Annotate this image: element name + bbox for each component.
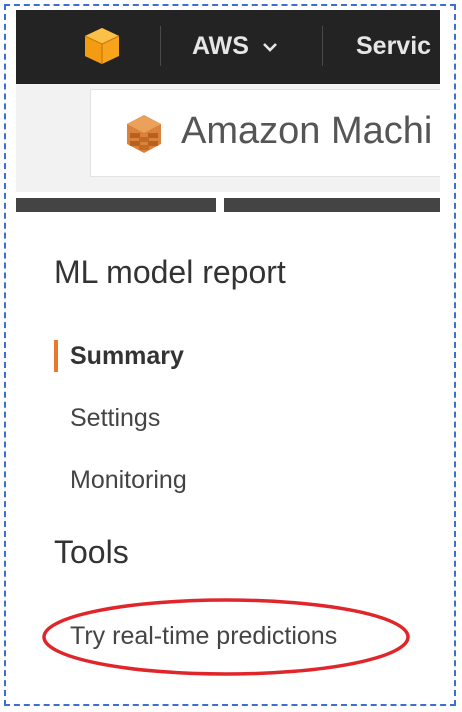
tab-strip-segment — [224, 198, 440, 212]
services-menu[interactable]: Servic — [356, 32, 431, 61]
service-header-panel: Amazon Machi — [90, 89, 440, 177]
console-viewport: AWS Servic Amazon Machi ML model report … — [16, 10, 440, 700]
machine-learning-icon — [127, 115, 161, 153]
try-real-time-predictions-link[interactable]: Try real-time predictions — [70, 622, 337, 651]
aws-menu-label: AWS — [192, 32, 249, 60]
tools-heading: Tools — [54, 534, 129, 570]
top-nav-bar: AWS Servic — [16, 10, 440, 84]
aws-cube-icon[interactable] — [82, 26, 122, 66]
tab-strip-segment — [16, 198, 216, 212]
nav-divider — [160, 26, 161, 66]
active-item-indicator — [54, 340, 58, 372]
service-header: Amazon Machi — [16, 84, 440, 192]
sidebar-item-summary[interactable]: Summary — [70, 342, 184, 371]
service-title: Amazon Machi — [181, 110, 433, 152]
nav-divider — [322, 26, 323, 66]
sidebar-item-monitoring[interactable]: Monitoring — [70, 466, 187, 495]
chevron-down-icon — [263, 42, 277, 52]
ml-model-report-heading: ML model report — [54, 254, 286, 290]
aws-account-menu[interactable]: AWS — [192, 32, 277, 61]
sidebar-item-settings[interactable]: Settings — [70, 404, 160, 433]
